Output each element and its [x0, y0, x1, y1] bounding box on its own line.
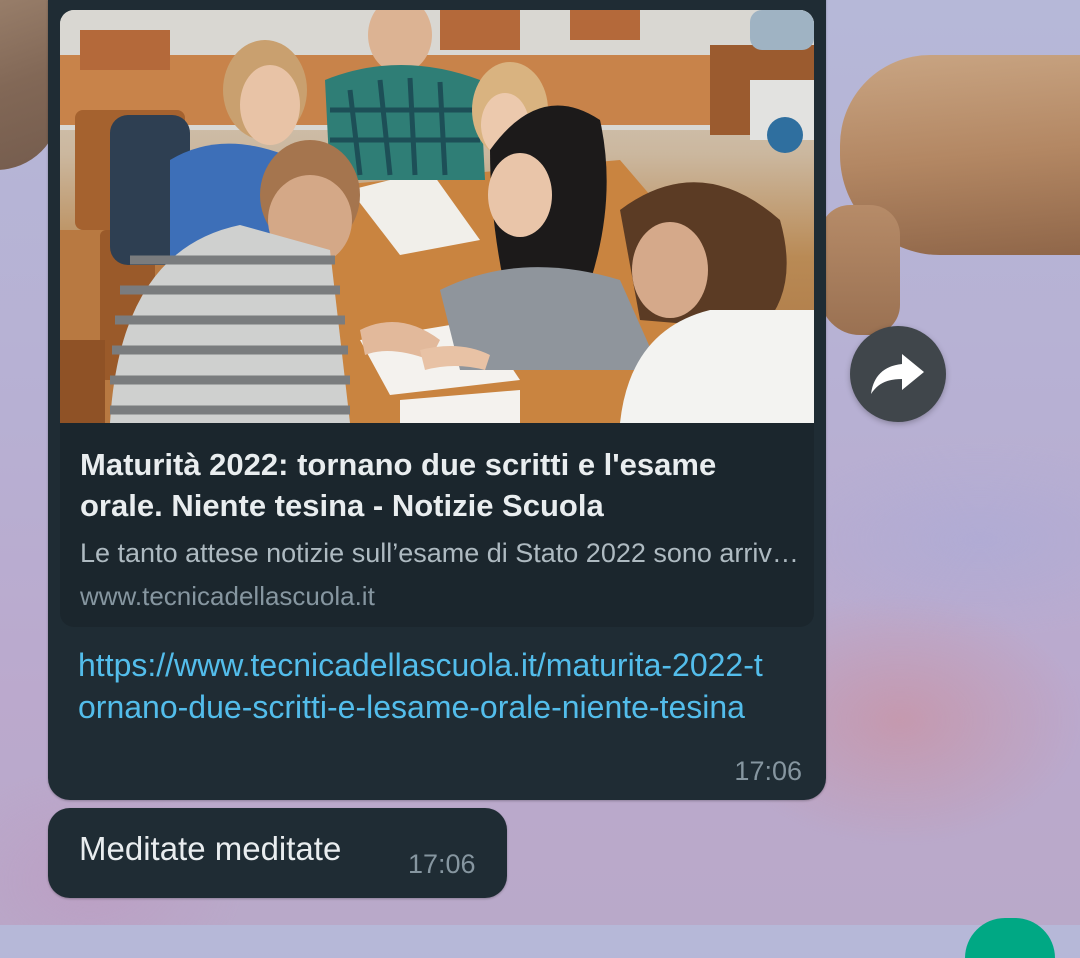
- forward-button[interactable]: [850, 326, 946, 422]
- forward-arrow-icon: [871, 354, 924, 394]
- message-text: Meditate meditate: [79, 830, 342, 867]
- link-preview-title: Maturità 2022: tornano due scritti e l'e…: [80, 447, 717, 523]
- message-link-url[interactable]: https://www.tecnicadellascuola.it/maturi…: [78, 644, 768, 728]
- link-preview-image[interactable]: [60, 10, 814, 423]
- text-message-bubble[interactable]: Meditate meditate 17:06: [48, 808, 507, 898]
- link-message-bubble[interactable]: Maturità 2022: tornano due scritti e l'e…: [48, 0, 826, 800]
- link-preview-description: Le tanto attese notizie sull’esame di St…: [80, 538, 800, 568]
- wallpaper-hand-right: [820, 55, 1080, 335]
- students-photo: [60, 10, 814, 423]
- message-timestamp: 17:06: [408, 849, 476, 879]
- link-preview-domain: www.tecnicadellascuola.it: [80, 581, 375, 611]
- fab-button-edge[interactable]: [965, 918, 1055, 958]
- message-timestamp: 17:06: [734, 756, 802, 786]
- link-preview-card[interactable]: Maturità 2022: tornano due scritti e l'e…: [60, 10, 814, 627]
